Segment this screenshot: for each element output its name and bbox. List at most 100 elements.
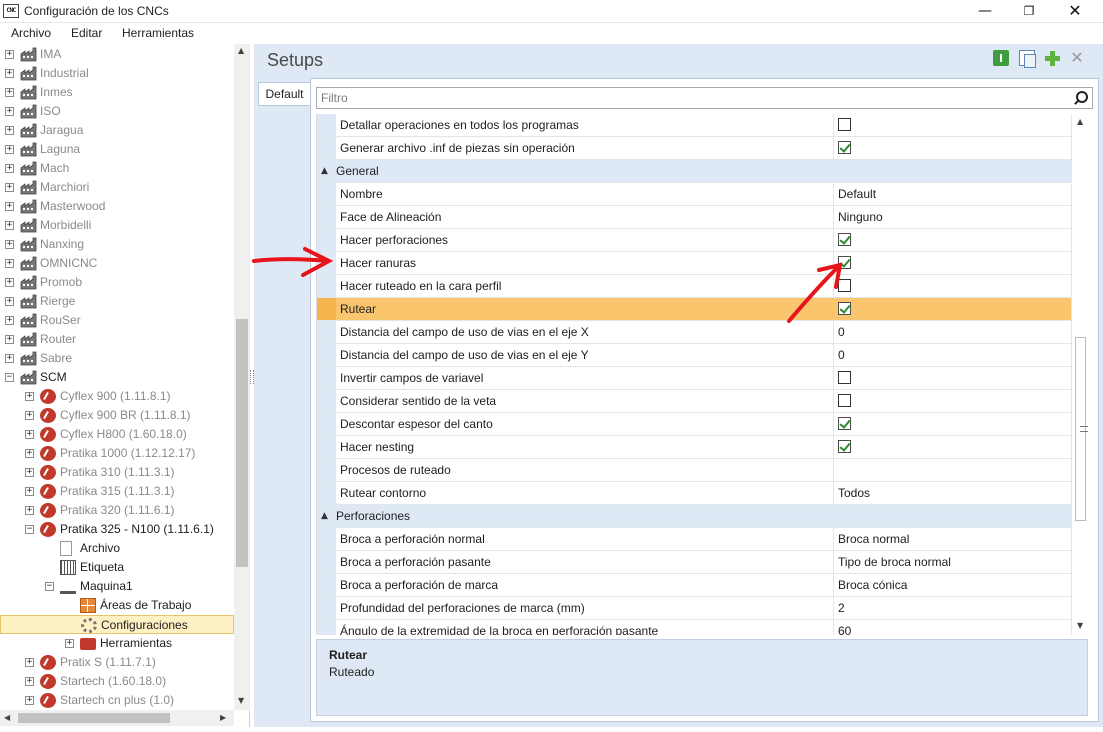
checkbox-unchecked[interactable] (838, 371, 851, 384)
property-row[interactable]: Distancia del campo de uso de vias en el… (317, 321, 1071, 344)
tree-item[interactable]: + Rierge (0, 292, 234, 311)
copy-setup-icon[interactable] (1019, 50, 1036, 68)
tree-item[interactable]: + Cyflex 900 (1.11.8.1) (0, 387, 234, 406)
tree-item[interactable]: + Startech cn plus (1.0) (0, 691, 234, 710)
tree-item[interactable]: + Cyflex 900 BR (1.11.8.1) (0, 406, 234, 425)
tree-item[interactable]: + Router (0, 330, 234, 349)
tree-vertical-scrollbar[interactable]: ▲ ▼ (234, 44, 250, 710)
tree-item[interactable]: + Sabre (0, 349, 234, 368)
tree-item[interactable]: + OMNICNC (0, 254, 234, 273)
tree-item[interactable]: Áreas de Trabajo (0, 596, 234, 615)
property-row[interactable]: Rutear (317, 298, 1071, 321)
property-row[interactable]: Hacer nesting (317, 436, 1071, 459)
expand-icon[interactable]: + (5, 297, 14, 306)
tree-item[interactable]: + Pratika 1000 (1.12.12.17) (0, 444, 234, 463)
tree-item[interactable]: + Startech (1.60.18.0) (0, 672, 234, 691)
checkbox-checked[interactable] (838, 417, 851, 430)
property-row[interactable]: Broca a perforación de marca Broca cónica (317, 574, 1071, 597)
property-value[interactable]: Ninguno (835, 206, 1071, 228)
tree-item[interactable]: + Pratika 310 (1.11.3.1) (0, 463, 234, 482)
tree-item[interactable]: − Maquina1 (0, 577, 234, 596)
property-value[interactable] (835, 275, 1071, 297)
tree-item[interactable]: + Morbidelli (0, 216, 234, 235)
property-value[interactable] (835, 229, 1071, 251)
tree-item[interactable]: + ISO (0, 102, 234, 121)
expand-icon[interactable]: + (25, 430, 34, 439)
tree-item[interactable]: + Pratika 315 (1.11.3.1) (0, 482, 234, 501)
expand-icon[interactable]: + (5, 354, 14, 363)
property-value[interactable]: Default (835, 183, 1071, 205)
expand-icon[interactable]: + (5, 278, 14, 287)
maximize-button[interactable]: ❐ (1006, 0, 1052, 23)
property-value[interactable] (835, 298, 1071, 320)
expand-icon[interactable]: + (5, 183, 14, 192)
tree-item[interactable]: − SCM (0, 368, 234, 387)
tree-item[interactable]: + Pratika 320 (1.11.6.1) (0, 501, 234, 520)
expand-icon[interactable]: + (25, 449, 34, 458)
tree-item[interactable]: + Marchiori (0, 178, 234, 197)
checkbox-unchecked[interactable] (838, 118, 851, 131)
checkbox-checked[interactable] (838, 302, 851, 315)
tree-item[interactable]: + Nanxing (0, 235, 234, 254)
property-value[interactable] (835, 367, 1071, 389)
tree-item[interactable]: + Inmes (0, 83, 234, 102)
checkbox-checked[interactable] (838, 141, 851, 154)
expand-icon[interactable]: + (5, 202, 14, 211)
property-row[interactable]: Procesos de ruteado (317, 459, 1071, 482)
tree-item[interactable]: + Mach (0, 159, 234, 178)
checkbox-unchecked[interactable] (838, 279, 851, 292)
tree-horizontal-scrollbar[interactable]: ◀ ▶ (0, 710, 234, 726)
expand-icon[interactable]: + (5, 221, 14, 230)
property-value[interactable]: Tipo de broca normal (835, 551, 1071, 573)
expand-icon[interactable]: + (25, 411, 34, 420)
property-value[interactable] (835, 413, 1071, 435)
expand-icon[interactable]: + (25, 468, 34, 477)
info-icon[interactable] (993, 50, 1009, 66)
property-row[interactable]: Nombre Default (317, 183, 1071, 206)
expand-icon[interactable]: + (5, 50, 14, 59)
tree-hscroll-thumb[interactable] (18, 713, 170, 723)
expand-icon[interactable]: + (5, 107, 14, 116)
property-row[interactable]: Face de Alineación Ninguno (317, 206, 1071, 229)
expand-icon[interactable]: + (5, 126, 14, 135)
tree-item[interactable]: + RouSer (0, 311, 234, 330)
grid-scroll-thumb[interactable] (1075, 337, 1088, 521)
property-value[interactable]: 60 (835, 620, 1071, 635)
property-row[interactable]: Distancia del campo de uso de vias en el… (317, 344, 1071, 367)
tree-item[interactable]: + Laguna (0, 140, 234, 159)
property-value[interactable] (835, 252, 1071, 274)
checkbox-unchecked[interactable] (838, 394, 851, 407)
category-general[interactable]: ▲ General (317, 160, 1071, 183)
tree-item[interactable]: + Cyflex H800 (1.60.18.0) (0, 425, 234, 444)
property-row[interactable]: Broca a perforación pasante Tipo de broca… (317, 551, 1071, 574)
tree-item[interactable]: + Jaragua (0, 121, 234, 140)
tree-item[interactable]: + Herramientas (0, 634, 234, 653)
property-value[interactable] (835, 436, 1071, 458)
scroll-up-arrow-icon[interactable]: ▲ (238, 46, 244, 55)
property-row[interactable]: Invertir campos de variavel (317, 367, 1071, 390)
tree-item[interactable]: + IMA (0, 45, 234, 64)
expand-icon[interactable]: + (5, 88, 14, 97)
expand-icon[interactable]: + (65, 639, 74, 648)
grid-vertical-scrollbar[interactable]: ▲ ▼ (1071, 114, 1088, 635)
collapse-category-icon[interactable]: ▲ (321, 160, 328, 182)
property-row[interactable]: Profundidad del perforaciones de marca (… (317, 597, 1071, 620)
property-value[interactable]: Todos (835, 482, 1071, 504)
expand-icon[interactable]: + (5, 335, 14, 344)
expand-icon[interactable]: + (5, 240, 14, 249)
property-row[interactable]: Hacer ranuras (317, 252, 1071, 275)
property-row[interactable]: Generar archivo .inf de piezas sin opera… (317, 137, 1071, 160)
menu-archivo[interactable]: Archivo (11, 26, 51, 40)
property-row[interactable]: Hacer ruteado en la cara perfil (317, 275, 1071, 298)
scroll-right-arrow-icon[interactable]: ▶ (220, 713, 226, 722)
tree-item[interactable]: Etiqueta (0, 558, 234, 577)
collapse-icon[interactable]: − (25, 525, 34, 534)
property-value[interactable]: 0 (835, 321, 1071, 343)
checkbox-checked[interactable] (838, 440, 851, 453)
checkbox-checked[interactable] (838, 256, 851, 269)
expand-icon[interactable]: + (5, 316, 14, 325)
tree-scroll-thumb[interactable] (236, 319, 248, 567)
category-perforaciones[interactable]: ▲ Perforaciones (317, 505, 1071, 528)
tree-item[interactable]: + Industrial (0, 64, 234, 83)
search-icon[interactable] (1072, 90, 1088, 106)
